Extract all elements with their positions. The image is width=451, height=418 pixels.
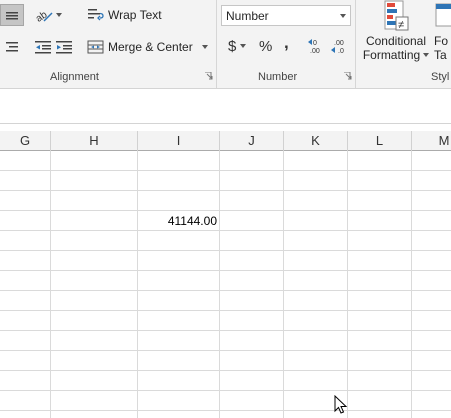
- gridline: [283, 151, 284, 418]
- column-header-h[interactable]: H: [51, 131, 138, 151]
- svg-text:≠: ≠: [398, 19, 404, 31]
- gridline: [0, 230, 451, 231]
- conditional-formatting-icon: ≠: [384, 0, 409, 31]
- increase-decimal-icon: 0 .00: [308, 39, 320, 55]
- top-align-icon: [6, 12, 18, 20]
- column-header-i[interactable]: I: [138, 131, 220, 151]
- column-header-l[interactable]: L: [348, 131, 412, 151]
- cell-grid[interactable]: 41144.00: [0, 151, 451, 418]
- svg-text:ab: ab: [34, 9, 50, 23]
- gridline: [0, 350, 451, 351]
- alignment-dialog-launcher-icon[interactable]: [205, 72, 213, 80]
- svg-text:.00: .00: [310, 48, 320, 55]
- align-right-icon: [6, 42, 18, 52]
- svg-text:.00: .00: [334, 40, 344, 47]
- column-header-k[interactable]: K: [284, 131, 348, 151]
- decrease-decimal-icon: .00 .0: [331, 40, 344, 55]
- gridline: [137, 151, 138, 418]
- gridline: [0, 390, 451, 391]
- gridline: [411, 151, 412, 418]
- gridline: [0, 310, 451, 311]
- gridline: [0, 270, 451, 271]
- increase-indent-button[interactable]: [54, 37, 74, 57]
- gridline: [219, 151, 220, 418]
- cell-value[interactable]: 41144.00: [138, 212, 217, 230]
- gridline: [0, 210, 451, 211]
- group-separator: [355, 0, 356, 88]
- svg-text:.0: .0: [338, 48, 344, 55]
- percent-style-button[interactable]: %: [259, 36, 272, 56]
- ribbon: ab Wrap Text Merge & Center Alignment Nu…: [0, 0, 451, 88]
- styles-group-label: Styl: [431, 71, 450, 83]
- conditional-formatting-button[interactable]: ≠ Conditional Formatting: [360, 0, 432, 68]
- merge-center-icon: [87, 40, 104, 54]
- number-group-label: Number: [258, 71, 298, 83]
- number-format-dropdown-icon: [340, 13, 346, 18]
- increase-indent-icon: [56, 41, 72, 54]
- orientation-dropdown-icon: [56, 13, 62, 17]
- top-align-button[interactable]: [0, 4, 24, 26]
- gridline: [0, 370, 451, 371]
- gridline: [0, 170, 451, 171]
- number-dialog-launcher-icon[interactable]: [344, 72, 352, 80]
- mouse-pointer-icon: [334, 395, 348, 414]
- svg-text:0: 0: [313, 40, 317, 47]
- conditional-formatting-line2: Formatting: [362, 48, 430, 62]
- column-header-g[interactable]: G: [0, 131, 51, 151]
- increase-decimal-button[interactable]: 0 .00: [307, 37, 327, 55]
- conditional-formatting-dropdown-icon: [423, 53, 430, 57]
- gridline: [50, 151, 51, 418]
- merge-center-button[interactable]: Merge & Center: [87, 38, 208, 56]
- column-header-j[interactable]: J: [220, 131, 284, 151]
- format-as-table-label-2: Ta: [434, 48, 447, 62]
- wrap-text-icon: [88, 9, 104, 21]
- format-as-table-icon: [435, 3, 451, 27]
- percent-icon: %: [259, 37, 273, 55]
- orientation-icon: ab: [34, 9, 53, 23]
- conditional-formatting-label: Conditional: [365, 34, 427, 48]
- alignment-group-label: Alignment: [50, 71, 99, 83]
- wrap-text-label: Wrap Text: [108, 8, 162, 22]
- conditional-formatting-label-2: Formatting: [362, 48, 421, 62]
- align-right-button[interactable]: [0, 37, 22, 57]
- gridline: [347, 151, 348, 418]
- currency-dropdown-icon: [240, 44, 247, 48]
- column-header-m[interactable]: M: [412, 131, 451, 151]
- wrap-text-button[interactable]: Wrap Text: [87, 6, 162, 24]
- number-format-dropdown[interactable]: Number: [221, 5, 351, 26]
- format-as-table-button[interactable]: Fo Ta: [434, 0, 451, 68]
- decrease-indent-button[interactable]: [33, 37, 53, 57]
- gridline: [0, 290, 451, 291]
- comma-style-button[interactable]: ,: [284, 33, 289, 53]
- decrease-indent-icon: [35, 41, 51, 54]
- format-as-table-label: Fo: [434, 34, 449, 48]
- gridline: [0, 410, 451, 411]
- gridline: [0, 250, 451, 251]
- accounting-format-button[interactable]: $: [228, 36, 247, 56]
- number-format-value: Number: [226, 8, 269, 23]
- gridline: [0, 330, 451, 331]
- column-headers: G H I J K L M: [0, 131, 451, 151]
- merge-center-label: Merge & Center: [108, 40, 193, 54]
- orientation-button[interactable]: ab: [34, 6, 62, 24]
- formula-bar-area[interactable]: [0, 88, 451, 124]
- comma-icon: ,: [284, 33, 289, 52]
- decrease-decimal-button[interactable]: .00 .0: [330, 37, 350, 55]
- merge-center-dropdown-icon[interactable]: [201, 45, 208, 49]
- gridline: [0, 190, 451, 191]
- group-separator: [216, 0, 217, 88]
- currency-icon: $: [228, 37, 237, 55]
